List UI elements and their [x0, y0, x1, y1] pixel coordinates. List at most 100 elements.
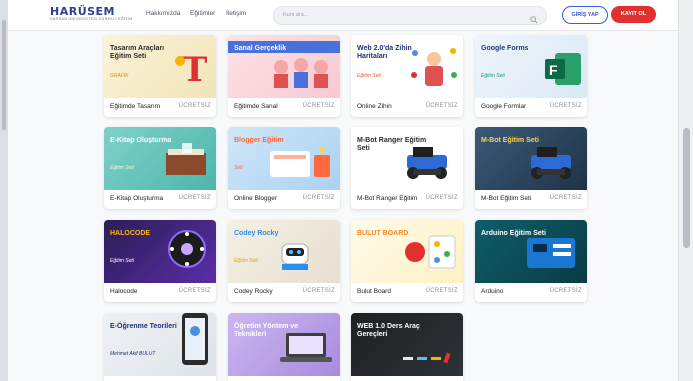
course-thumbnail[interactable]: Arduino Eğitim Seti [475, 220, 587, 283]
phone-icon [178, 313, 212, 372]
course-price: ÜCRETSİZ [549, 288, 582, 294]
course-card[interactable]: BULUT BOARD Bulut Board ÜCRETSİZ [351, 220, 463, 302]
course-card[interactable]: WEB 1.0 Ders Araç Gereçleri [351, 313, 463, 381]
svg-text:F: F [549, 62, 558, 78]
thumbnail-subtitle: Eğitim Seti [110, 258, 134, 264]
robot-icon [523, 141, 583, 186]
course-title[interactable]: Arduino [481, 288, 503, 295]
course-card[interactable]: M-Bot Eğitim Seti M-Bot Eğitim Seti ÜCRETS… [475, 127, 587, 209]
thumbnail-subtitle: Eğitim Seti [234, 258, 258, 264]
course-thumbnail[interactable]: M-Bot Eğitim Seti [475, 127, 587, 190]
course-thumbnail[interactable]: Web 2.0'da Zihin Haritaları Eğitim Seti [351, 35, 463, 98]
thumbnail-title: BULUT BOARD [357, 230, 409, 237]
course-title[interactable]: Eğitimde Sanal [234, 103, 278, 110]
robot-icon [399, 141, 459, 186]
course-thumbnail[interactable]: E-Kitap Oluşturma Eğitim Seti [104, 127, 216, 190]
thumbnail-subtitle: GRAFİK [110, 73, 129, 79]
svg-text:T: T [182, 50, 207, 89]
course-price: ÜCRETSİZ [549, 195, 582, 201]
course-title[interactable]: E-Kitap Oluşturma [110, 195, 163, 202]
course-thumbnail[interactable]: M-Bot Ranger Eğitim Seti [351, 127, 463, 190]
mind-map-icon [409, 45, 459, 94]
page-scrollbar-thumb[interactable] [683, 128, 690, 248]
search-input[interactable]: Kurs ara... [273, 6, 547, 25]
search-placeholder: Kurs ara... [283, 12, 309, 18]
course-card[interactable]: HALOCODE Eğitim Seti Halocode ÜCRETSİZ [104, 220, 216, 302]
nav-trainings[interactable]: Eğitimler [190, 10, 215, 17]
top-header: HARÜSEM HARRAN ÜNİVERSİTESİ SÜREKLİ EĞİT… [8, 0, 678, 31]
login-button[interactable]: GİRİŞ YAP [562, 6, 608, 24]
course-card[interactable]: Arduino Eğitim Seti Arduino ÜCRETSİZ [475, 220, 587, 302]
course-card[interactable]: Google Forms Eğitim Seti F Google Formlar ÜC… [475, 35, 587, 117]
course-card[interactable]: M-Bot Ranger Eğitim Seti M-Bot Ranger Eği… [351, 127, 463, 209]
board-icon [403, 230, 459, 279]
vr-headset-icon [266, 49, 336, 94]
course-card[interactable]: Sanal Gerçeklik Eğitimde Sanal ÜCRETSİZ [228, 35, 340, 117]
course-thumbnail[interactable]: BULUT BOARD [351, 220, 463, 283]
nav-about[interactable]: Hakkımızda [146, 10, 180, 17]
course-price: ÜCRETSİZ [425, 195, 458, 201]
laptop-icon [276, 327, 336, 372]
course-price: ÜCRETSİZ [425, 288, 458, 294]
search-icon[interactable] [530, 11, 538, 29]
course-card[interactable]: Blogger Eğitim Seti Online Blogger ÜCRETSİZ [228, 127, 340, 209]
page-scrollbar[interactable] [678, 0, 693, 381]
thumbnail-title: Codey Rocky [234, 230, 279, 237]
course-title[interactable]: M-Bot Ranger Eğitim [357, 195, 417, 202]
course-title[interactable]: Eğitimde Tasarım [110, 103, 160, 110]
left-scrollbar[interactable] [0, 0, 8, 381]
course-thumbnail[interactable]: Tasarım Araçları Eğitim Seti GRAFİK T [104, 35, 216, 98]
course-thumbnail[interactable]: Blogger Eğitim Seti [228, 127, 340, 190]
course-price: ÜCRETSİZ [549, 103, 582, 109]
course-price: ÜCRETSİZ [178, 288, 211, 294]
course-title[interactable]: M-Bot Eğitim Seti [481, 195, 531, 202]
thumbnail-subtitle: Eğitim Seti [481, 73, 505, 79]
page: HARÜSEM HARRAN ÜNİVERSİTESİ SÜREKLİ EĞİT… [8, 0, 678, 381]
course-title[interactable]: Codey Rocky [234, 288, 273, 295]
thumbnail-subtitle: Eğitim Seti [110, 165, 134, 171]
course-card[interactable]: E-Kitap Oluşturma Eğitim Seti E-Kitap Oluş… [104, 127, 216, 209]
course-price: ÜCRETSİZ [178, 195, 211, 201]
course-card[interactable]: E-Öğrenme Teorileri Mehmet Akif BULUT [104, 313, 216, 381]
course-price: ÜCRETSİZ [302, 288, 335, 294]
robot-icon [276, 234, 336, 279]
thumbnail-subtitle: Eğitim Seti [357, 73, 381, 79]
course-thumbnail[interactable]: HALOCODE Eğitim Seti [104, 220, 216, 283]
pen-tool-icon: T [172, 49, 212, 94]
course-price: ÜCRETSİZ [302, 103, 335, 109]
course-thumbnail[interactable]: Öğretim Yöntem ve Teknikleri [228, 313, 340, 376]
course-title[interactable]: Halocode [110, 288, 137, 295]
thumbnail-title: HALOCODE [110, 230, 151, 237]
course-title[interactable]: Google Formlar [481, 103, 526, 110]
course-thumbnail[interactable]: E-Öğrenme Teorileri Mehmet Akif BULUT [104, 313, 216, 376]
course-card[interactable]: Codey Rocky Eğitim Seti Codey Rocky ÜCRETSİ… [228, 220, 340, 302]
circuit-icon [162, 224, 212, 279]
book-icon [162, 141, 212, 186]
register-button[interactable]: KAYIT OL [611, 6, 656, 23]
course-card[interactable]: Öğretim Yöntem ve Teknikleri [228, 313, 340, 381]
course-price: ÜCRETSİZ [425, 103, 458, 109]
logo-tagline: HARRAN ÜNİVERSİTESİ SÜREKLİ EĞİTİM [50, 17, 133, 21]
forms-logo-icon: F [543, 49, 583, 94]
course-thumbnail[interactable]: WEB 1.0 Ders Araç Gereçleri [351, 313, 463, 376]
course-price: ÜCRETSİZ [302, 195, 335, 201]
course-title[interactable]: Online Zihin [357, 103, 392, 110]
thumbnail-title: E-Öğrenme Teorileri [110, 323, 177, 330]
thumbnail-subtitle: Seti [234, 165, 243, 171]
nav-contact[interactable]: İletişim [226, 10, 246, 17]
course-thumbnail[interactable]: Google Forms Eğitim Seti F [475, 35, 587, 98]
course-title[interactable]: Bulut Board [357, 288, 391, 295]
course-card[interactable]: Tasarım Araçları Eğitim Seti GRAFİK T Eğiti… [104, 35, 216, 117]
circuit-icon [523, 230, 583, 279]
thumbnail-title: Blogger Eğitim [234, 137, 284, 144]
course-card[interactable]: Web 2.0'da Zihin Haritaları Eğitim Seti On… [351, 35, 463, 117]
course-thumbnail[interactable]: Sanal Gerçeklik [228, 35, 340, 98]
left-scrollbar-thumb[interactable] [2, 20, 6, 130]
chalkboard-icon [399, 333, 459, 372]
course-thumbnail[interactable]: Codey Rocky Eğitim Seti [228, 220, 340, 283]
thumbnail-subtitle: Mehmet Akif BULUT [110, 351, 156, 357]
thumbnail-title: Tasarım Araçları Eğitim Seti [110, 45, 165, 60]
site-logo[interactable]: HARÜSEM HARRAN ÜNİVERSİTESİ SÜREKLİ EĞİT… [50, 6, 133, 22]
blog-icon [266, 145, 336, 186]
course-title[interactable]: Online Blogger [234, 195, 277, 202]
